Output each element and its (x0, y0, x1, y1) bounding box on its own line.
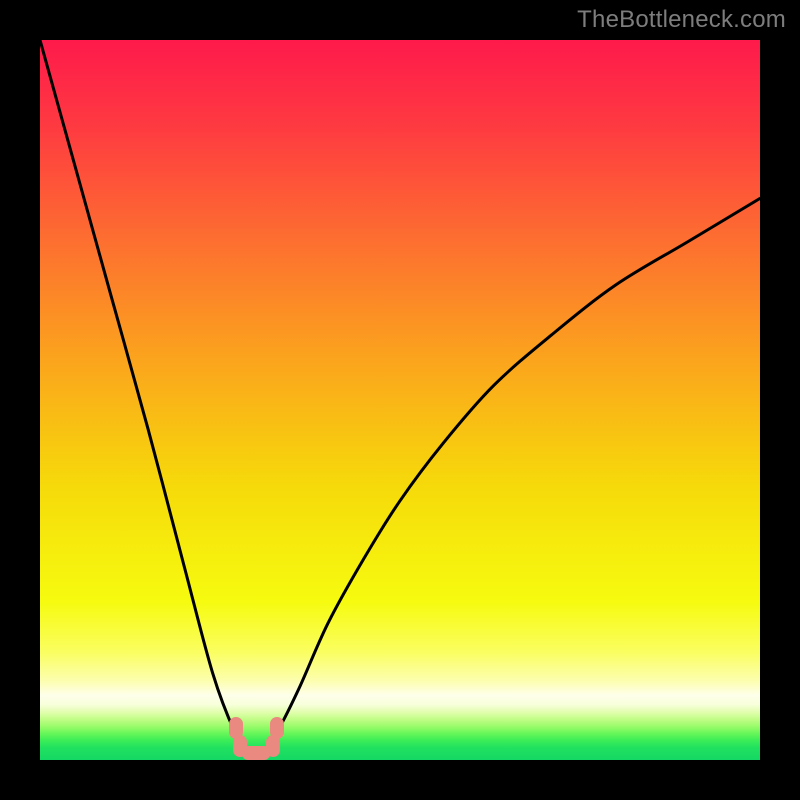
bottleneck-curve (40, 40, 760, 760)
curve-layer (40, 40, 760, 760)
marker-right-top (270, 717, 284, 739)
plot-area (40, 40, 760, 760)
watermark-text: TheBottleneck.com (577, 6, 786, 34)
chart-frame: TheBottleneck.com (0, 0, 800, 800)
marker-left-bottom (233, 735, 247, 757)
